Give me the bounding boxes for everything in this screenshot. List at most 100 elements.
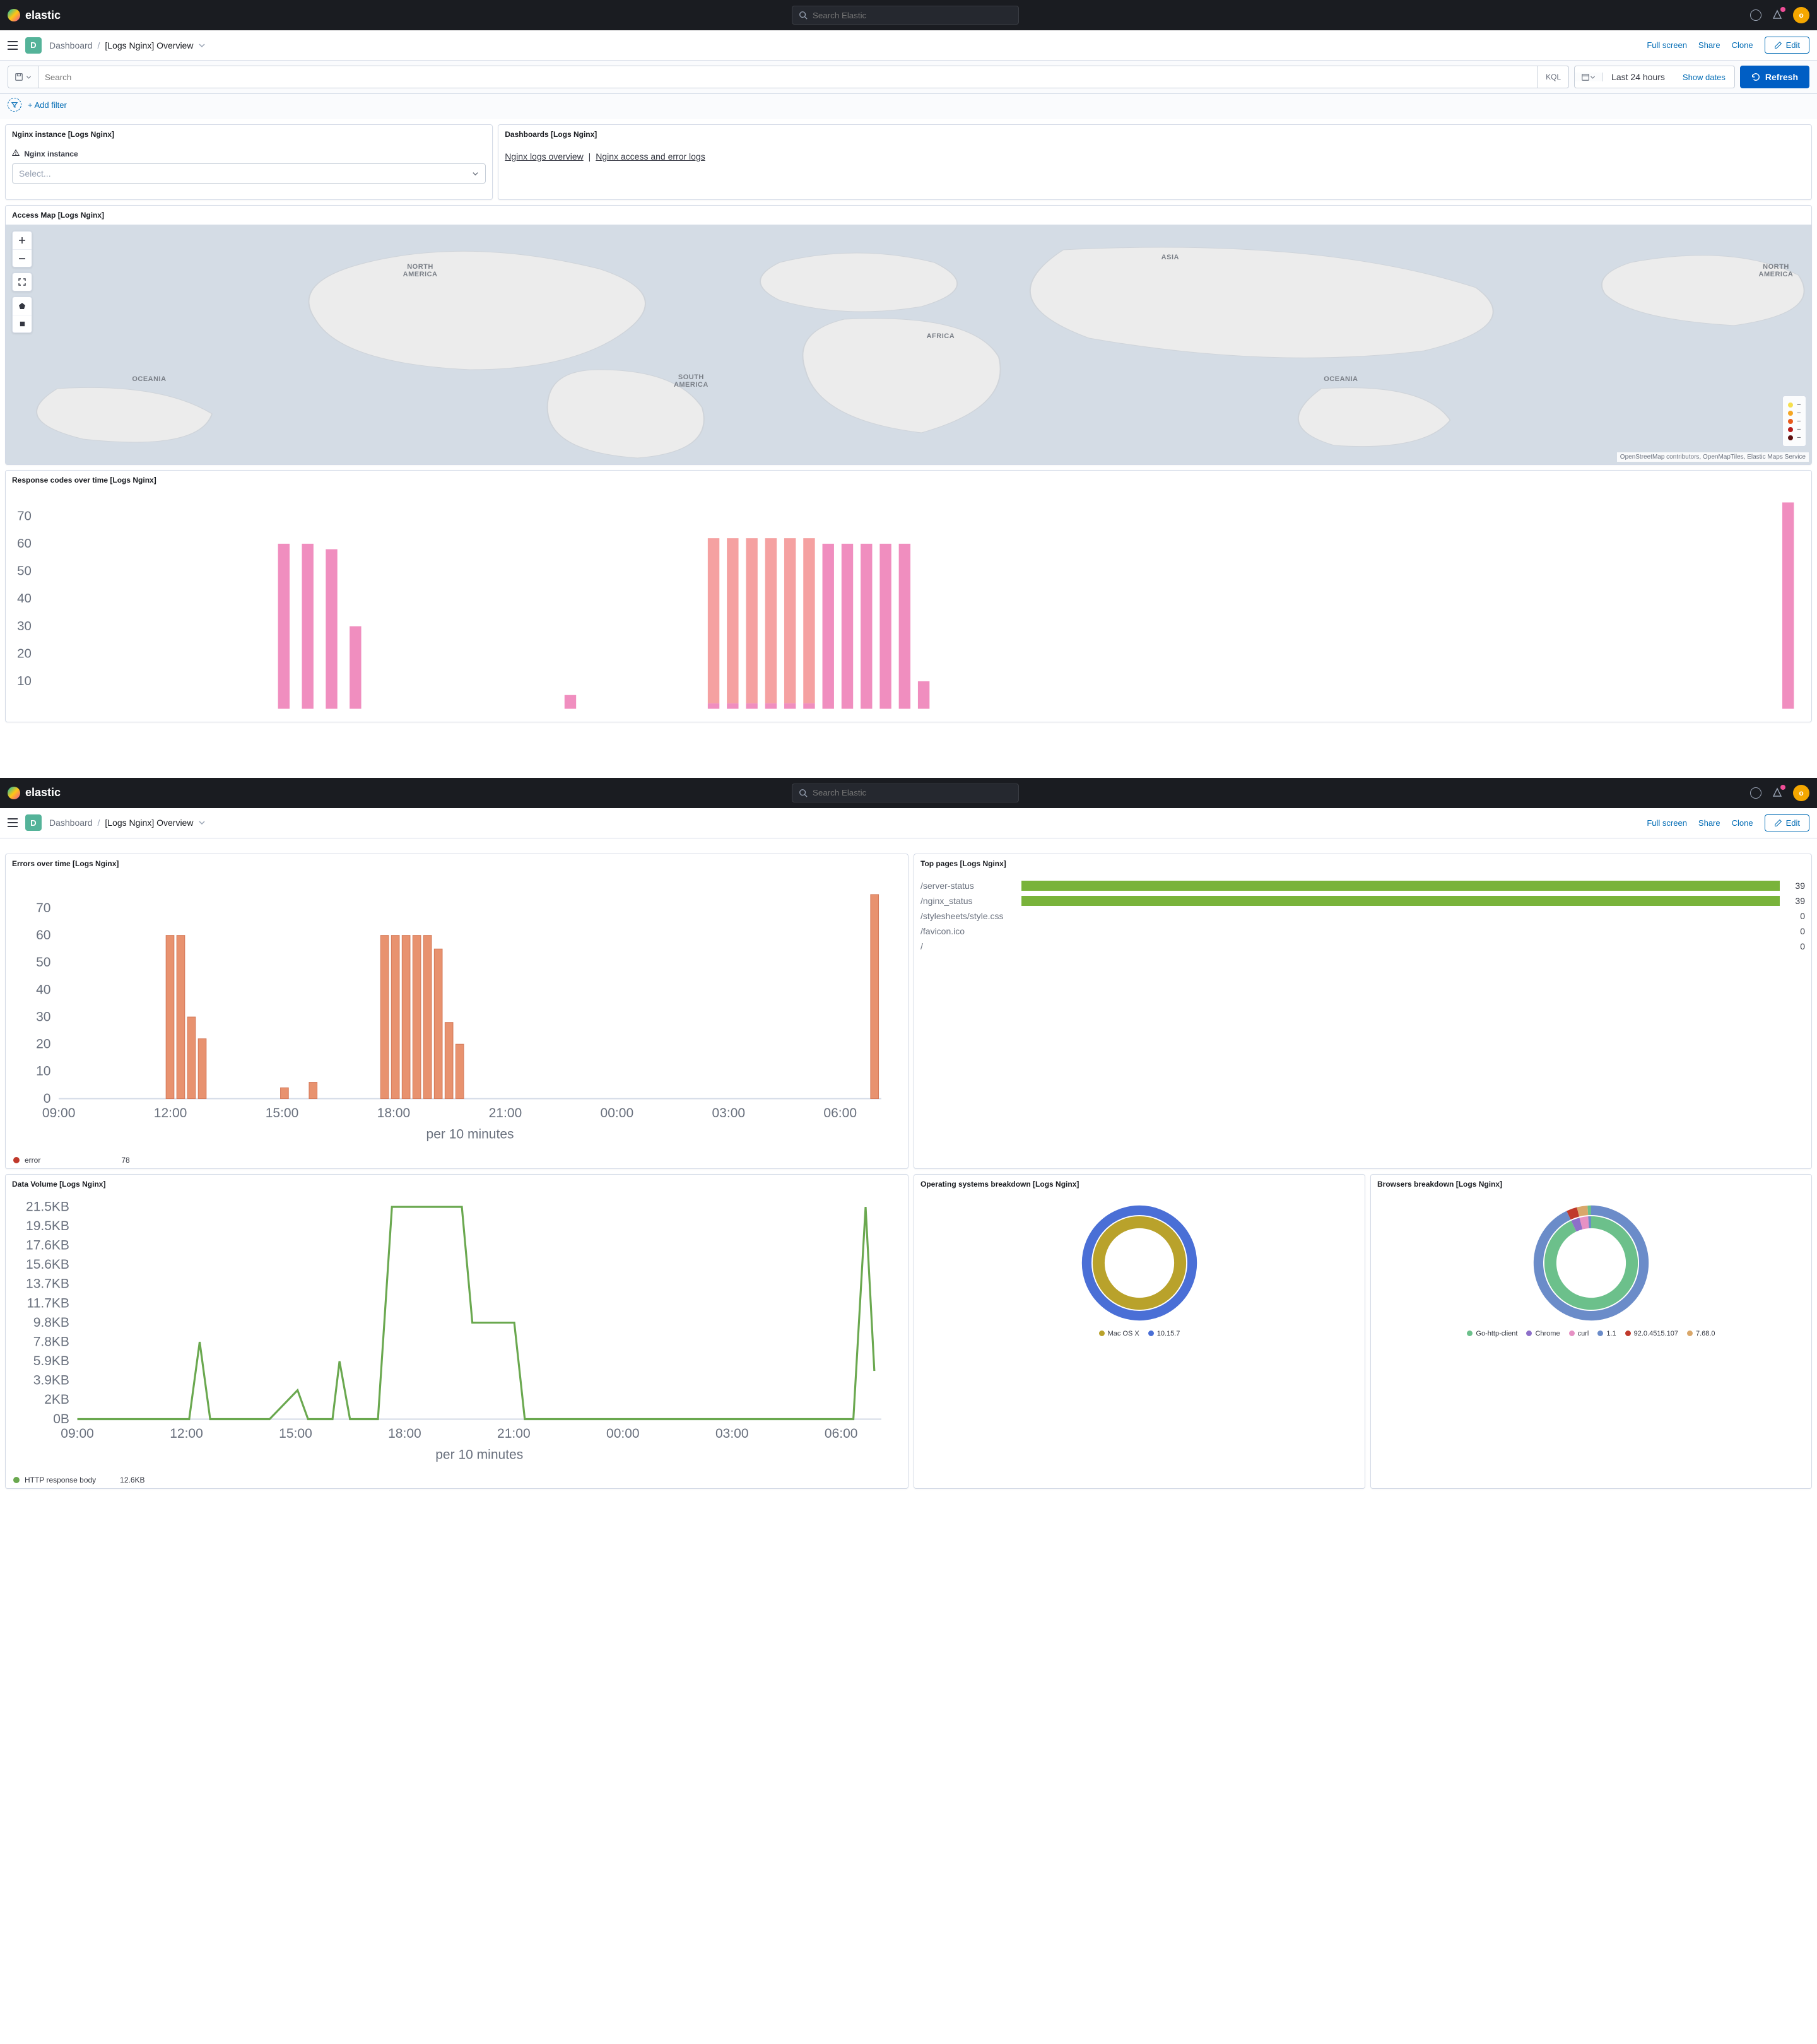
chevron-down-icon[interactable]	[198, 42, 206, 49]
svg-text:70: 70	[36, 901, 50, 915]
nav-toggle[interactable]	[8, 41, 18, 50]
clone-link[interactable]: Clone	[1732, 818, 1753, 828]
help-icon[interactable]	[1750, 787, 1761, 799]
svg-text:50: 50	[17, 564, 32, 579]
newsfeed-icon[interactable]	[1772, 9, 1783, 21]
map-canvas[interactable]: NORTHAMERICA SOUTHAMERICA AFRICA ASIA OC…	[6, 225, 1811, 464]
instance-select[interactable]: Select...	[12, 163, 486, 184]
svg-text:per 10 minutes: per 10 minutes	[435, 1447, 523, 1462]
global-search-input[interactable]	[813, 788, 1012, 797]
os-donut[interactable]	[914, 1194, 1365, 1326]
saved-query-dropdown[interactable]	[8, 66, 38, 88]
chevron-down-icon	[26, 74, 32, 80]
newsfeed-icon[interactable]	[1772, 787, 1783, 799]
svg-text:13.7KB: 13.7KB	[26, 1276, 69, 1291]
instance-label: Nginx instance	[24, 150, 78, 158]
breadcrumb-parent[interactable]: Dashboard	[49, 40, 93, 50]
map-draw-rect[interactable]	[13, 315, 32, 332]
volume-legend: HTTP response body 12.6KB	[6, 1472, 908, 1488]
browsers-legend: Go-http-clientChromecurl1.192.0.4515.107…	[1371, 1326, 1811, 1344]
global-search[interactable]	[792, 6, 1019, 25]
query-language-toggle[interactable]: KQL	[1538, 66, 1568, 88]
disk-icon	[15, 73, 23, 81]
panel-title: Errors over time [Logs Nginx]	[6, 854, 908, 873]
space-selector[interactable]: D	[25, 814, 42, 831]
svg-text:10: 10	[17, 674, 32, 688]
panel-title: Top pages [Logs Nginx]	[914, 854, 1811, 873]
svg-text:70: 70	[17, 508, 32, 523]
svg-text:17.6KB: 17.6KB	[26, 1238, 69, 1252]
add-filter-link[interactable]: + Add filter	[28, 100, 67, 110]
svg-text:15:00: 15:00	[279, 1426, 312, 1441]
sub-header: D Dashboard / [Logs Nginx] Overview Full…	[0, 808, 1817, 838]
link-nginx-overview[interactable]: Nginx logs overview	[505, 151, 584, 162]
panel-response-codes: Response codes over time [Logs Nginx] 10…	[5, 470, 1812, 722]
response-codes-chart[interactable]: 10203040506070	[6, 490, 1811, 722]
help-icon[interactable]	[1750, 9, 1761, 21]
svg-text:09:00: 09:00	[61, 1426, 94, 1441]
map-zoom-in[interactable]	[13, 232, 32, 249]
svg-text:20: 20	[17, 646, 32, 661]
map-fit-bounds[interactable]	[13, 273, 32, 291]
map-label-oceania-2: OCEANIA	[132, 375, 166, 383]
nav-toggle[interactable]	[8, 818, 18, 827]
breadcrumb: Dashboard / [Logs Nginx] Overview	[49, 818, 1639, 828]
svg-text:0: 0	[44, 1091, 51, 1106]
pencil-icon	[1774, 41, 1782, 49]
browsers-donut[interactable]	[1371, 1194, 1811, 1326]
map-draw-polygon[interactable]	[13, 297, 32, 315]
svg-text:0B: 0B	[53, 1411, 69, 1426]
notification-badge	[1780, 7, 1785, 12]
filter-bar: + Add filter	[0, 94, 1817, 119]
svg-text:50: 50	[36, 955, 50, 970]
map-label-south-america: SOUTHAMERICA	[674, 373, 709, 389]
panel-title: Nginx instance [Logs Nginx]	[6, 125, 492, 144]
svg-text:21:00: 21:00	[497, 1426, 531, 1441]
clone-link[interactable]: Clone	[1732, 40, 1753, 50]
svg-text:15.6KB: 15.6KB	[26, 1257, 69, 1272]
share-link[interactable]: Share	[1698, 40, 1720, 50]
time-quick-select[interactable]	[1575, 73, 1602, 81]
errors-chart[interactable]: 01020304050607009:0012:0015:0018:0021:00…	[6, 873, 908, 1152]
full-screen-link[interactable]: Full screen	[1647, 40, 1687, 50]
global-search[interactable]	[792, 784, 1019, 802]
svg-text:2KB: 2KB	[44, 1392, 69, 1407]
breadcrumb-parent[interactable]: Dashboard	[49, 818, 93, 828]
elastic-logo[interactable]: elastic	[8, 9, 61, 22]
elastic-logo[interactable]: elastic	[8, 786, 61, 799]
legend-swatch	[13, 1477, 20, 1483]
show-dates-link[interactable]: Show dates	[1674, 73, 1734, 82]
edit-button[interactable]: Edit	[1765, 37, 1809, 54]
global-search-input[interactable]	[813, 11, 1012, 20]
user-avatar[interactable]: o	[1793, 785, 1809, 801]
data-volume-chart[interactable]: 0B2KB3.9KB5.9KB7.8KB9.8KB11.7KB13.7KB15.…	[6, 1194, 908, 1472]
breadcrumb-current: [Logs Nginx] Overview	[105, 40, 193, 50]
full-screen-link[interactable]: Full screen	[1647, 818, 1687, 828]
time-picker[interactable]: Last 24 hours Show dates	[1574, 66, 1735, 88]
map-label-asia: ASIA	[1161, 254, 1179, 261]
map-label-africa: AFRICA	[927, 332, 955, 340]
map-zoom-out[interactable]	[13, 249, 32, 267]
space-selector[interactable]: D	[25, 37, 42, 54]
panel-title: Dashboards [Logs Nginx]	[498, 125, 1811, 144]
chevron-down-icon	[472, 170, 479, 177]
panel-title: Access Map [Logs Nginx]	[6, 206, 1811, 225]
user-avatar[interactable]: o	[1793, 7, 1809, 23]
svg-text:03:00: 03:00	[712, 1106, 745, 1120]
top-pages-row: /0	[920, 939, 1805, 954]
link-nginx-access-error[interactable]: Nginx access and error logs	[596, 151, 705, 162]
filter-icon[interactable]	[8, 98, 21, 112]
chevron-down-icon[interactable]	[198, 819, 206, 826]
share-link[interactable]: Share	[1698, 818, 1720, 828]
top-pages-row: /stylesheets/style.css0	[920, 908, 1805, 924]
brand-name: elastic	[25, 786, 61, 799]
time-range-text[interactable]: Last 24 hours	[1602, 72, 1674, 82]
elastic-logo-icon	[8, 9, 20, 21]
svg-text:3.9KB: 3.9KB	[33, 1373, 69, 1387]
map-attribution: OpenStreetMap contributors, OpenMapTiles…	[1617, 452, 1809, 462]
refresh-button[interactable]: Refresh	[1740, 66, 1809, 88]
edit-button[interactable]: Edit	[1765, 814, 1809, 831]
search-icon	[799, 789, 808, 797]
panel-title: Response codes over time [Logs Nginx]	[6, 471, 1811, 490]
query-input[interactable]	[38, 66, 1538, 88]
